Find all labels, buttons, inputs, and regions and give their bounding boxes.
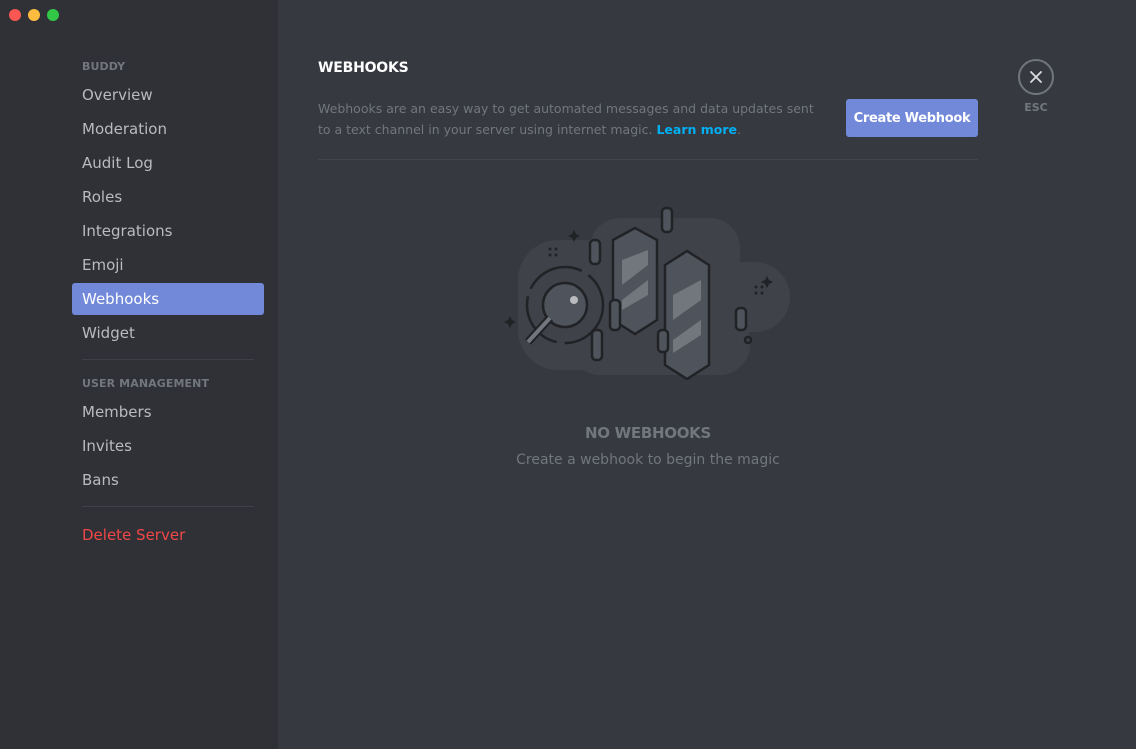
sidebar-item-audit-log[interactable]: Audit Log [72,147,264,179]
header-divider [318,159,978,160]
sidebar-item-roles[interactable]: Roles [72,181,264,213]
page-title: WEBHOOKS [318,60,409,76]
window-maximize-button[interactable] [47,9,59,21]
nav-header-server: BUDDY [82,60,126,73]
close-icon[interactable] [1018,59,1054,95]
empty-state-title: NO WEBHOOKS [585,424,711,442]
sidebar-item-overview[interactable]: Overview [72,79,264,111]
sidebar-item-moderation[interactable]: Moderation [72,113,264,145]
sidebar-item-invites[interactable]: Invites [72,430,264,462]
settings-nav: BUDDY Overview Moderation Audit Log Role… [72,55,264,553]
sidebar: BUDDY Overview Moderation Audit Log Role… [0,0,278,749]
delete-server-button[interactable]: Delete Server [72,519,264,551]
page-description: Webhooks are an easy way to get automate… [318,101,814,137]
nav-divider [82,359,254,360]
window-minimize-button[interactable] [28,9,40,21]
nav-header-user-management: USER MANAGEMENT [82,377,210,390]
nav-divider [82,506,254,507]
empty-state-subtitle: Create a webhook to begin the magic [516,452,780,468]
main-content: WEBHOOKS Webhooks are an easy way to get… [278,0,1136,749]
esc-label: ESC [1024,101,1048,114]
learn-more-link[interactable]: Learn more [656,122,737,137]
close-settings-button[interactable]: ESC [1018,59,1054,114]
window-controls [9,9,59,21]
sidebar-item-webhooks[interactable]: Webhooks [72,283,264,315]
sidebar-item-integrations[interactable]: Integrations [72,215,264,247]
empty-state-illustration [504,206,790,380]
window-close-button[interactable] [9,9,21,21]
sidebar-item-widget[interactable]: Widget [72,317,264,349]
sidebar-item-members[interactable]: Members [72,396,264,428]
create-webhook-button[interactable]: Create Webhook [846,99,978,137]
description-text: Webhooks are an easy way to get automate… [318,101,814,137]
sidebar-item-emoji[interactable]: Emoji [72,249,264,281]
sidebar-item-bans[interactable]: Bans [72,464,264,496]
